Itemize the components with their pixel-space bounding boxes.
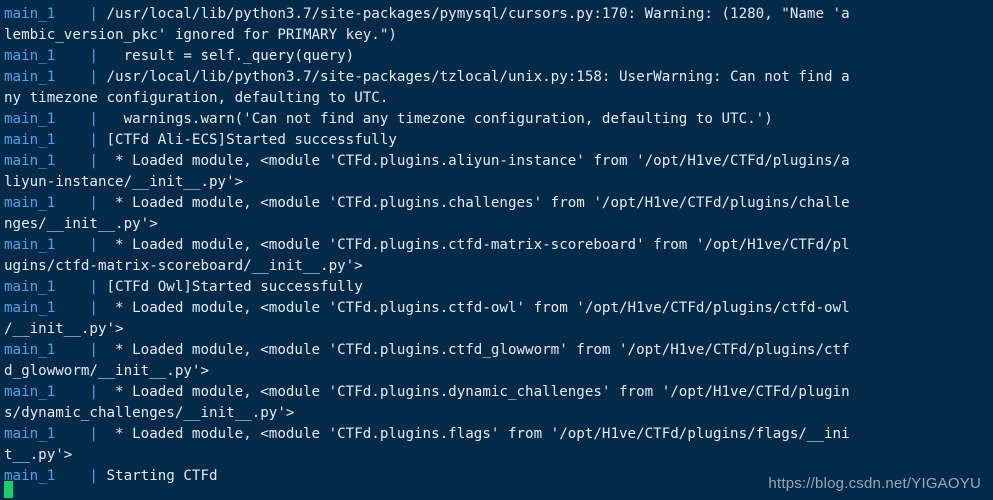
log-service-name: main_1 [4, 195, 56, 211]
terminal-cursor [4, 481, 13, 498]
log-pipe-separator: | [89, 6, 98, 22]
log-service-name: main_1 [4, 342, 56, 358]
log-message: warnings.warn('Can not find any timezone… [97, 111, 773, 127]
log-spacer [55, 48, 89, 64]
log-line: main_1 | * Loaded module, <module 'CTFd.… [0, 298, 993, 319]
log-message: * Loaded module, <module 'CTFd.plugins.c… [97, 342, 850, 358]
log-line: main_1 | * Loaded module, <module 'CTFd.… [0, 424, 993, 445]
log-pipe-separator: | [89, 384, 98, 400]
log-spacer [55, 384, 89, 400]
log-spacer [55, 468, 89, 484]
log-pipe-separator: | [89, 468, 98, 484]
log-service-name: main_1 [4, 111, 56, 127]
log-spacer [55, 153, 89, 169]
log-line: main_1 | * Loaded module, <module 'CTFd.… [0, 235, 993, 256]
log-pipe-separator: | [89, 237, 98, 253]
log-service-name: main_1 [4, 153, 56, 169]
log-service-name: main_1 [4, 237, 56, 253]
log-line: main_1 | result = self._query(query) [0, 46, 993, 67]
log-message-continuation: t__.py'> [4, 447, 73, 463]
log-message: [CTFd Ali-ECS]Started successfully [97, 132, 397, 148]
log-message: Starting CTFd [97, 468, 218, 484]
log-pipe-separator: | [89, 195, 98, 211]
log-service-name: main_1 [4, 69, 56, 85]
log-service-name: main_1 [4, 48, 56, 64]
log-line: main_1 | * Loaded module, <module 'CTFd.… [0, 193, 993, 214]
log-message-continuation: liyun-instance/__init__.py'> [4, 174, 244, 190]
log-pipe-separator: | [89, 279, 98, 295]
log-message-continuation: ugins/ctfd-matrix-scoreboard/__init__.py… [4, 258, 363, 274]
log-line-wrapped: s/dynamic_challenges/__init__.py'> [0, 403, 993, 424]
log-pipe-separator: | [89, 111, 98, 127]
log-service-name: main_1 [4, 426, 56, 442]
log-message: [CTFd Owl]Started successfully [97, 279, 363, 295]
log-pipe-separator: | [89, 342, 98, 358]
watermark-text: https://blog.csdn.net/YIGAOYU [768, 475, 981, 492]
log-spacer [55, 132, 89, 148]
log-message-continuation: lembic_version_pkc' ignored for PRIMARY … [4, 27, 397, 43]
log-spacer [55, 426, 89, 442]
log-line-wrapped: ny timezone configuration, defaulting to… [0, 88, 993, 109]
log-service-name: main_1 [4, 132, 56, 148]
log-spacer [55, 237, 89, 253]
log-line: main_1 | /usr/local/lib/python3.7/site-p… [0, 4, 993, 25]
log-message: * Loaded module, <module 'CTFd.plugins.a… [97, 153, 850, 169]
log-message: * Loaded module, <module 'CTFd.plugins.d… [97, 384, 850, 400]
log-line-wrapped: t__.py'> [0, 445, 993, 466]
log-message: /usr/local/lib/python3.7/site-packages/t… [97, 69, 850, 85]
log-message: * Loaded module, <module 'CTFd.plugins.c… [97, 195, 850, 211]
log-pipe-separator: | [89, 153, 98, 169]
log-message: * Loaded module, <module 'CTFd.plugins.c… [97, 300, 850, 316]
log-message-continuation: nges/__init__.py'> [4, 216, 158, 232]
log-line-wrapped: liyun-instance/__init__.py'> [0, 172, 993, 193]
log-line: main_1 | /usr/local/lib/python3.7/site-p… [0, 67, 993, 88]
log-line-wrapped: ugins/ctfd-matrix-scoreboard/__init__.py… [0, 256, 993, 277]
log-line-wrapped: nges/__init__.py'> [0, 214, 993, 235]
log-service-name: main_1 [4, 6, 56, 22]
log-pipe-separator: | [89, 300, 98, 316]
log-spacer [55, 279, 89, 295]
log-pipe-separator: | [89, 48, 98, 64]
log-line: main_1 | [CTFd Ali-ECS]Started successfu… [0, 130, 993, 151]
log-spacer [55, 300, 89, 316]
log-message-continuation: s/dynamic_challenges/__init__.py'> [4, 405, 295, 421]
log-message-continuation: d_glowworm/__init__.py'> [4, 363, 209, 379]
log-pipe-separator: | [89, 426, 98, 442]
log-pipe-separator: | [89, 132, 98, 148]
log-line: main_1 | [CTFd Owl]Started successfully [0, 277, 993, 298]
log-line: main_1 | warnings.warn('Can not find any… [0, 109, 993, 130]
log-spacer [55, 342, 89, 358]
terminal-window[interactable]: main_1 | /usr/local/lib/python3.7/site-p… [0, 0, 993, 500]
terminal-log-output: main_1 | /usr/local/lib/python3.7/site-p… [0, 4, 993, 487]
log-pipe-separator: | [89, 69, 98, 85]
log-line-wrapped: lembic_version_pkc' ignored for PRIMARY … [0, 25, 993, 46]
log-service-name: main_1 [4, 279, 56, 295]
log-service-name: main_1 [4, 384, 56, 400]
log-spacer [55, 111, 89, 127]
log-message: result = self._query(query) [97, 48, 355, 64]
log-line: main_1 | * Loaded module, <module 'CTFd.… [0, 382, 993, 403]
log-line: main_1 | * Loaded module, <module 'CTFd.… [0, 151, 993, 172]
log-message: /usr/local/lib/python3.7/site-packages/p… [97, 6, 850, 22]
log-line-wrapped: d_glowworm/__init__.py'> [0, 361, 993, 382]
log-message-continuation: ny timezone configuration, defaulting to… [4, 90, 389, 106]
log-spacer [55, 195, 89, 211]
log-line-wrapped: /__init__.py'> [0, 319, 993, 340]
log-message: * Loaded module, <module 'CTFd.plugins.f… [97, 426, 850, 442]
log-service-name: main_1 [4, 300, 56, 316]
log-message: * Loaded module, <module 'CTFd.plugins.c… [97, 237, 850, 253]
log-spacer [55, 6, 89, 22]
log-message-continuation: /__init__.py'> [4, 321, 124, 337]
log-line: main_1 | * Loaded module, <module 'CTFd.… [0, 340, 993, 361]
log-spacer [55, 69, 89, 85]
